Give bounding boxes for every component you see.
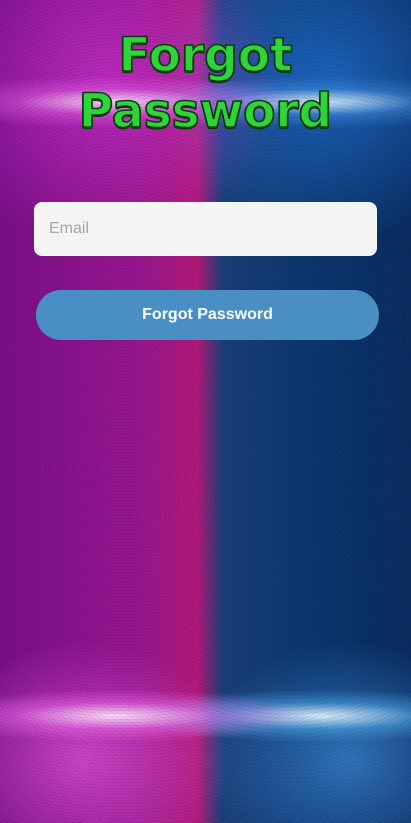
page-title-line2: Password	[78, 83, 333, 140]
forgot-password-button[interactable]: Forgot Password	[36, 290, 379, 340]
page-title-line1: Forgot	[118, 27, 294, 84]
email-field[interactable]	[34, 202, 377, 256]
page-title: Forgot Password	[0, 27, 411, 140]
